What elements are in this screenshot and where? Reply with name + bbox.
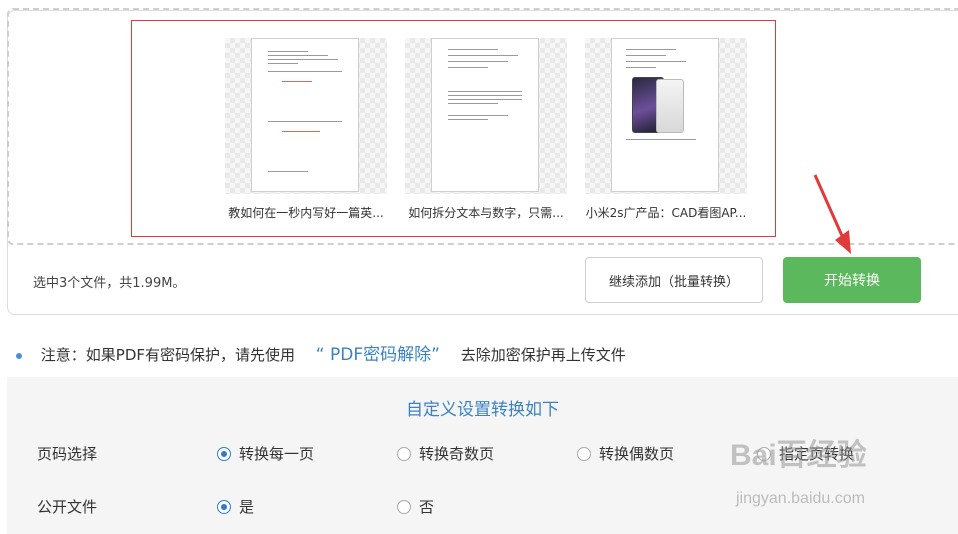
radio-unchecked-icon xyxy=(397,499,411,514)
radio-label: 是 xyxy=(239,498,255,516)
radio-label: 否 xyxy=(419,498,435,516)
file-item[interactable]: 教如何在一秒内写好一篇英... xyxy=(225,38,387,228)
radio-unchecked-icon xyxy=(757,446,771,461)
red-arrow-icon xyxy=(813,174,851,254)
file-thumbnail xyxy=(431,38,539,192)
radio-even-pages[interactable]: 转换偶数页 xyxy=(577,443,674,464)
pdf-password-remove-link[interactable]: “ PDF密码解除” xyxy=(316,345,440,365)
file-name: 小米2s广产品：CAD看图AP... xyxy=(585,206,747,220)
settings-title: 自定义设置转换如下 xyxy=(406,400,559,420)
file-summary: 选中3个文件，共1.99M。 xyxy=(33,276,186,291)
radio-label: 指定页转换 xyxy=(779,445,855,463)
notice-prefix: 注意：如果PDF有密码保护，请先使用 xyxy=(40,346,296,364)
radio-public-no[interactable]: 否 xyxy=(397,496,434,517)
radio-unchecked-icon xyxy=(577,446,591,461)
radio-label: 转换每一页 xyxy=(239,445,315,463)
radio-public-yes[interactable]: 是 xyxy=(217,496,254,517)
radio-unchecked-icon xyxy=(397,446,411,461)
file-thumbnail xyxy=(251,38,359,192)
radio-label: 转换奇数页 xyxy=(419,445,495,463)
bullet-icon xyxy=(16,352,22,359)
file-name: 如何拆分文本与数字，只需... xyxy=(408,206,564,220)
file-item[interactable]: 如何拆分文本与数字，只需... xyxy=(405,38,567,228)
file-thumbnail xyxy=(611,38,719,192)
radio-odd-pages[interactable]: 转换奇数页 xyxy=(397,443,494,464)
page-select-label: 页码选择 xyxy=(37,445,98,463)
phone-back-image xyxy=(656,79,684,133)
radio-checked-icon xyxy=(217,446,231,461)
radio-checked-icon xyxy=(217,499,231,514)
radio-specific-pages[interactable]: 指定页转换 xyxy=(757,443,854,464)
password-notice: 注意：如果PDF有密码保护，请先使用 “ PDF密码解除” 去除加密保护再上传文… xyxy=(16,340,626,365)
radio-every-page[interactable]: 转换每一页 xyxy=(217,443,314,464)
file-name: 教如何在一秒内写好一篇英... xyxy=(228,206,384,220)
radio-label: 转换偶数页 xyxy=(599,445,675,463)
batch-add-button[interactable]: 继续添加（批量转换） xyxy=(585,257,763,303)
public-file-label: 公开文件 xyxy=(37,498,98,516)
settings-panel: 自定义设置转换如下 页码选择 转换每一页 转换奇数页 转换偶数页 指定页转换 公… xyxy=(7,377,958,534)
notice-suffix: 去除加密保护再上传文件 xyxy=(460,346,626,364)
file-item[interactable]: 小米2s广产品：CAD看图AP... xyxy=(585,38,747,228)
start-convert-button[interactable]: 开始转换 xyxy=(783,257,921,303)
